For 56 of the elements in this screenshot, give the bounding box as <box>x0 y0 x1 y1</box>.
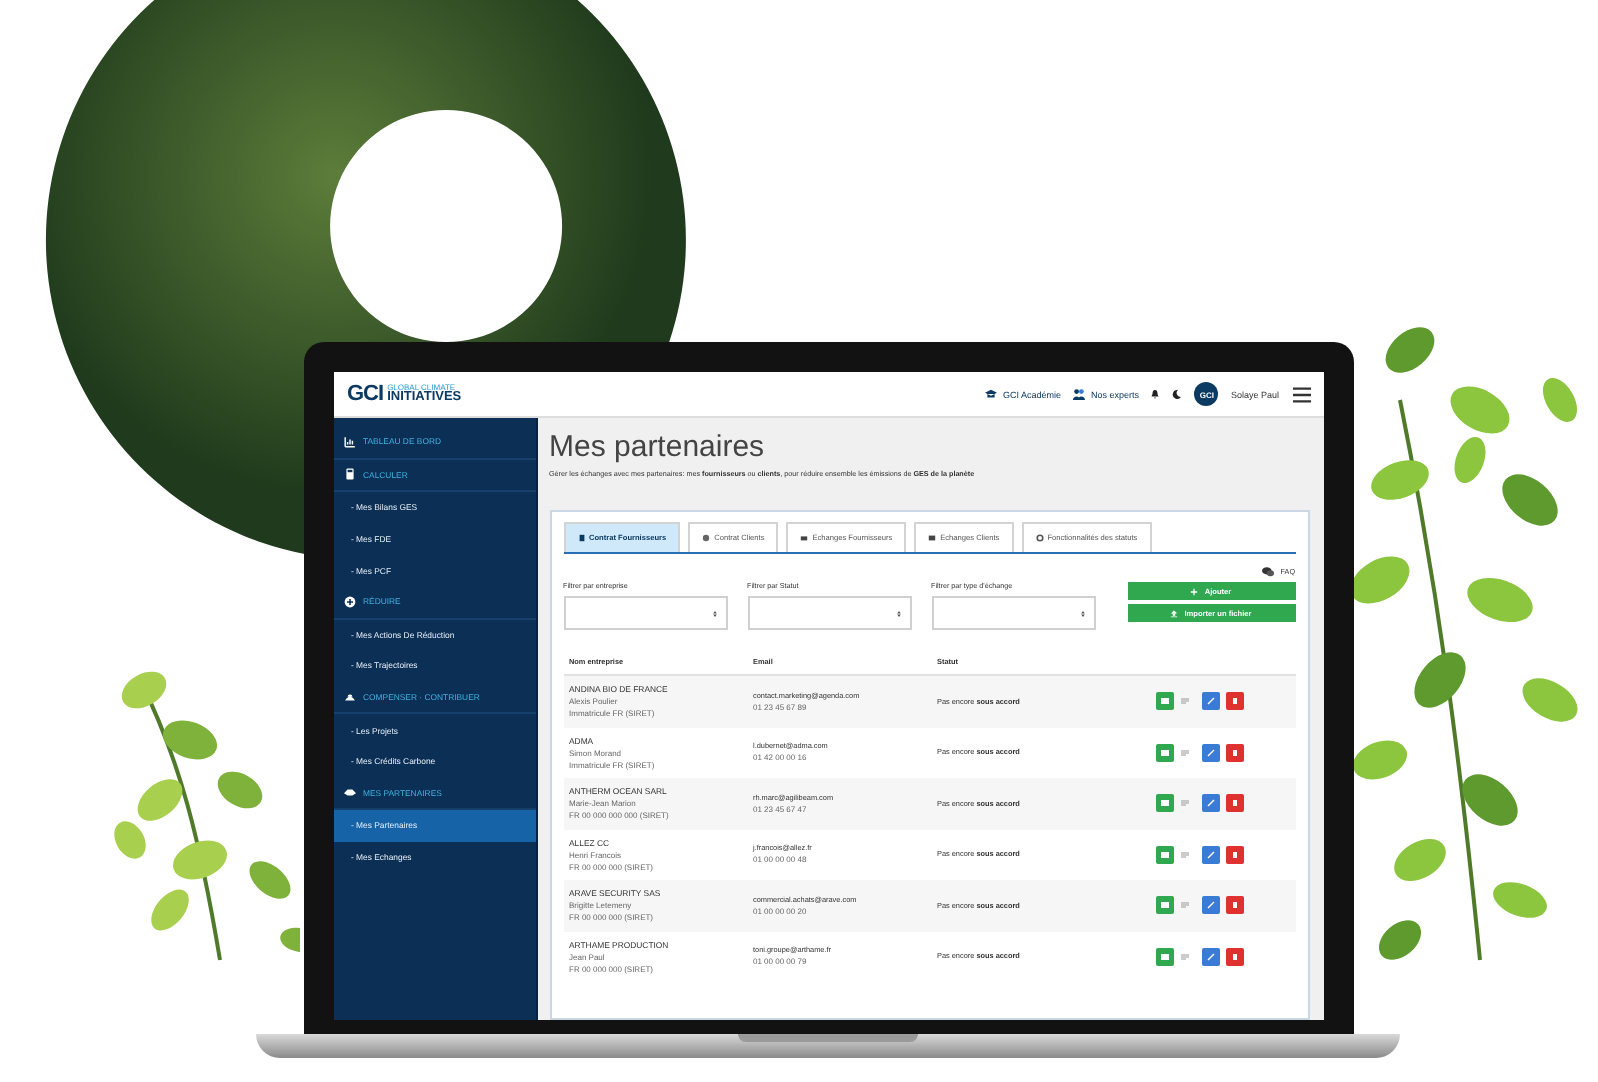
calculator-icon <box>343 468 355 481</box>
sort-caret-icon <box>895 609 901 617</box>
delete-button[interactable] <box>1225 845 1243 864</box>
message-button[interactable] <box>1155 794 1173 813</box>
trash-icon <box>1229 798 1239 809</box>
edit-button[interactable] <box>1201 896 1219 915</box>
page-title: Mes partenaires <box>549 428 767 466</box>
plus-circle-icon <box>343 595 355 608</box>
delete-button[interactable] <box>1225 896 1243 915</box>
edit-button[interactable] <box>1201 743 1219 762</box>
delete-button[interactable] <box>1225 692 1243 711</box>
chat-bubbles-icon <box>1260 566 1277 578</box>
pencil-icon <box>1205 798 1215 809</box>
edit-button[interactable] <box>1201 947 1219 966</box>
message-button[interactable] <box>1155 743 1173 762</box>
plus-icon <box>1190 587 1199 595</box>
delete-button[interactable] <box>1225 947 1243 966</box>
message-button[interactable] <box>1155 896 1173 915</box>
delete-button[interactable] <box>1225 794 1243 813</box>
pencil-icon <box>1205 747 1215 758</box>
edit-button[interactable] <box>1201 692 1219 711</box>
trash-icon <box>1229 696 1239 707</box>
gear-icon <box>1035 534 1044 542</box>
trash-icon <box>1229 951 1239 962</box>
edit-button[interactable] <box>1201 794 1219 813</box>
logo-mark: GCI <box>347 382 384 406</box>
envelope-icon <box>1159 900 1169 911</box>
sort-caret-icon <box>711 609 717 617</box>
envelope-icon <box>1159 849 1169 860</box>
edit-button[interactable] <box>1201 845 1219 864</box>
bell-icon[interactable] <box>1150 388 1161 400</box>
card-icon <box>928 534 937 542</box>
menu-icon[interactable] <box>1291 385 1311 403</box>
pencil-icon <box>1205 900 1215 911</box>
envelope-icon <box>1159 747 1169 758</box>
envelope-icon <box>1159 696 1169 707</box>
sort-caret-icon <box>1079 609 1085 617</box>
trash-icon <box>1229 849 1239 860</box>
envelope-icon <box>1159 951 1169 962</box>
people-icon <box>1072 388 1087 400</box>
document-icon <box>577 534 585 542</box>
message-button[interactable] <box>1155 692 1173 711</box>
pencil-icon <box>1205 696 1215 707</box>
pencil-icon <box>1205 951 1215 962</box>
trash-icon <box>1229 900 1239 911</box>
upload-icon <box>1170 609 1179 617</box>
trash-icon <box>1229 747 1239 758</box>
moon-icon[interactable] <box>1172 388 1183 400</box>
message-button[interactable] <box>1155 947 1173 966</box>
coin-icon <box>702 534 711 542</box>
message-button[interactable] <box>1155 845 1173 864</box>
delete-button[interactable] <box>1225 743 1243 762</box>
chart-icon <box>343 435 355 448</box>
graduation-cap-icon <box>984 388 999 400</box>
pencil-icon <box>1205 849 1215 860</box>
envelope-icon <box>1159 798 1169 809</box>
